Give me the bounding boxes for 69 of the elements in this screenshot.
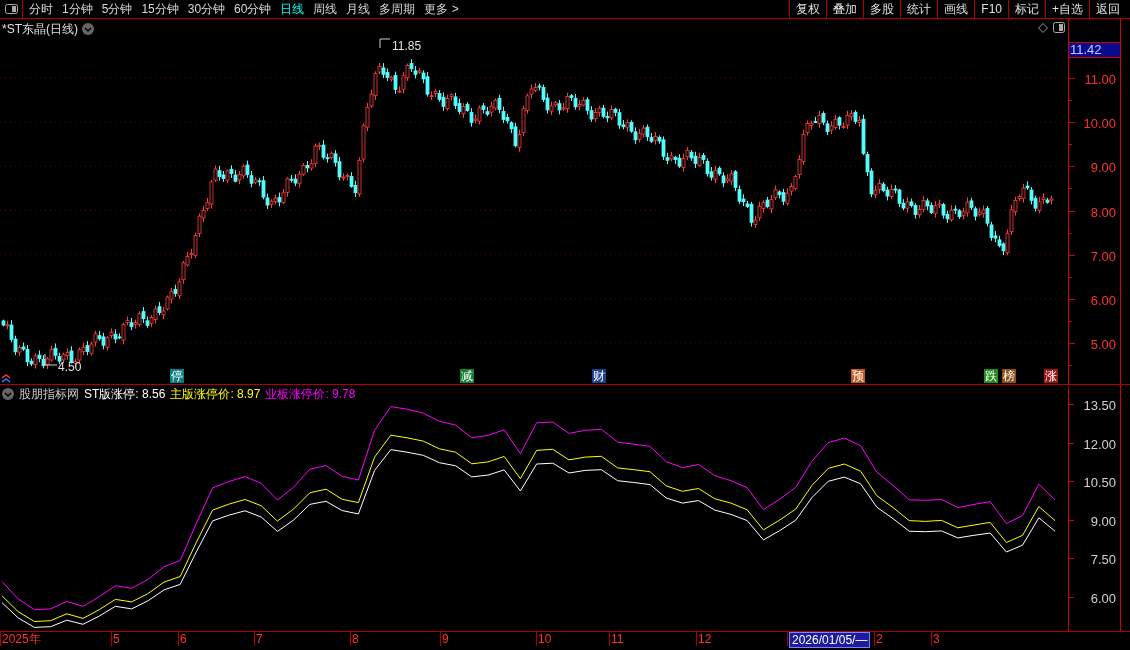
toolbar-button[interactable]: 标记 (1008, 0, 1045, 18)
date-axis-label: 2025年 (2, 632, 41, 646)
arrow-up-icon (1, 374, 11, 383)
date-axis-label: 3 (933, 632, 940, 646)
series-name: 主版涨停价 (170, 386, 231, 403)
series-value: : 9.78 (325, 386, 356, 403)
leader-line (379, 38, 391, 48)
price-axis-label: 10.00 (1083, 115, 1116, 134)
indicator-axis-label: 6.00 (1090, 590, 1116, 609)
period-tab[interactable]: 多周期 (379, 0, 416, 18)
event-marker[interactable]: 财 (592, 369, 606, 383)
indicator-axis-label: 9.00 (1090, 512, 1116, 531)
series-value: : 8.56 (135, 386, 166, 403)
series-value: : 8.97 (230, 386, 261, 403)
period-tab[interactable]: 15分钟 (141, 0, 179, 18)
chart-title: *ST东晶(日线) (2, 21, 78, 38)
chevron-down-icon[interactable] (2, 388, 14, 400)
indicator-axis-label: 13.50 (1083, 397, 1116, 416)
date-axis-label: 7 (256, 632, 263, 646)
event-marker[interactable]: 预 (851, 369, 865, 383)
indicator-axis-label: 10.50 (1083, 474, 1116, 493)
period-tab[interactable]: 1分钟 (62, 0, 93, 18)
toolbar-button[interactable]: 多股 (863, 0, 901, 18)
period-tab[interactable]: 日线 (280, 0, 305, 18)
current-price-label: 11.42 (1069, 42, 1120, 58)
event-marker[interactable]: 停 (170, 369, 184, 383)
date-axis-label: 11 (611, 632, 624, 646)
period-tab[interactable]: 60分钟 (234, 0, 272, 18)
toolbar-button[interactable]: 复权 (789, 0, 827, 18)
event-marker[interactable]: 涨 (1044, 369, 1058, 383)
date-axis-label: 12 (698, 632, 712, 646)
toolbar-button[interactable]: 返回 (1089, 0, 1126, 18)
date-axis-label: 8 (352, 632, 359, 646)
period-tab[interactable]: 分时 (29, 0, 53, 18)
price-axis-label: 6.00 (1090, 291, 1116, 310)
indicator-name: 股朋指标网 (19, 386, 79, 403)
period-tab[interactable]: 月线 (346, 0, 371, 18)
date-axis-label: 6 (180, 632, 187, 646)
high-price-label: 11.85 (392, 38, 422, 55)
date-axis-label: 10 (538, 632, 552, 646)
toolbar-button[interactable]: 叠加 (826, 0, 864, 18)
price-axis-label: 5.00 (1090, 336, 1116, 354)
leader-line (44, 354, 58, 366)
period-tab[interactable]: 周线 (313, 0, 338, 18)
diamond-icon[interactable] (1038, 23, 1048, 33)
toolbar-button[interactable]: +自选 (1045, 0, 1089, 18)
price-axis-label: 11.00 (1084, 71, 1116, 89)
toolbar-button[interactable]: F10 (974, 0, 1008, 18)
event-marker[interactable]: 榜 (1002, 369, 1016, 383)
price-axis-label: 8.00 (1090, 203, 1116, 222)
date-axis-label: 2 (876, 632, 883, 646)
indicator-axis-label: 12.00 (1083, 435, 1116, 454)
panel-toggle-icon[interactable] (1053, 22, 1065, 33)
series-name: 业板涨停价 (265, 386, 326, 403)
period-tab[interactable]: 5分钟 (101, 0, 133, 18)
price-axis-label: 9.00 (1090, 159, 1116, 178)
toolbar-button[interactable]: 画线 (937, 0, 975, 18)
period-tab[interactable]: 更多 > (424, 0, 459, 18)
toolbar-button[interactable]: 统计 (900, 0, 938, 18)
event-marker[interactable]: 减 (460, 369, 474, 383)
event-marker[interactable]: 跌 (984, 369, 998, 383)
period-tab[interactable]: 30分钟 (187, 0, 226, 18)
date-axis-label: 9 (442, 632, 449, 646)
date-axis-label: 5 (113, 632, 120, 646)
low-price-label: 4.50 (58, 359, 82, 376)
price-axis-label: 7.00 (1090, 247, 1116, 266)
chevron-down-icon[interactable] (82, 23, 94, 35)
indicator-axis-label: 7.50 (1090, 551, 1116, 570)
date-axis-label: 2026/01/05/— (789, 632, 871, 648)
